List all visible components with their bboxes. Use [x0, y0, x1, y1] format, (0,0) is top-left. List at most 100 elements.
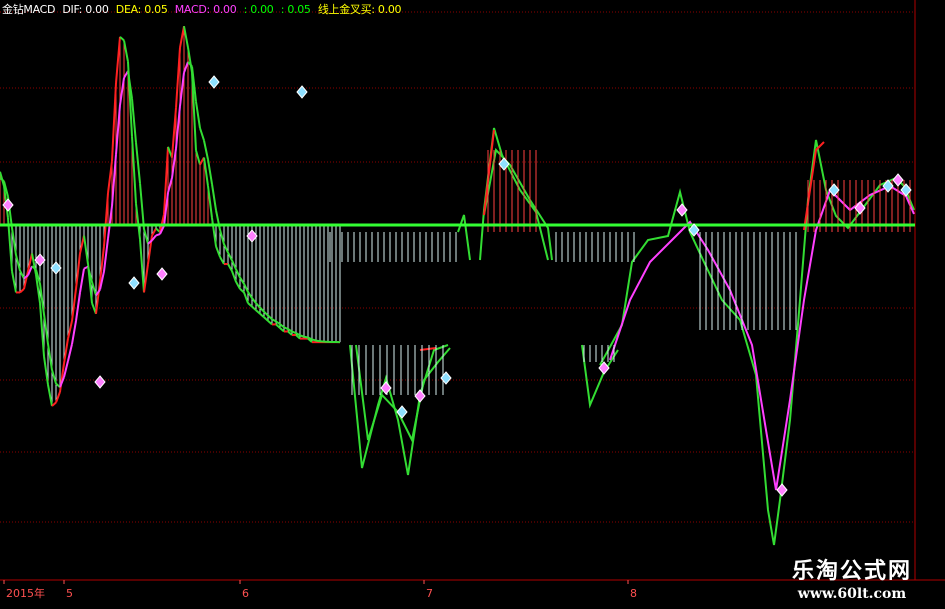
dif-line-seg-54 — [211, 217, 217, 247]
extra-value-1: : 0.00 — [243, 3, 274, 16]
dif-line-seg-15 — [55, 391, 61, 403]
dea-line-seg-28 — [107, 205, 113, 239]
dea-line-seg-13 — [47, 343, 53, 371]
dea-line-seg-31 — [119, 77, 125, 106]
dif-line-seg-46 — [179, 26, 185, 48]
x-tick-label-4: 8 — [630, 587, 637, 600]
indicator-header: 金钻MACD DIF: 0.00 DEA: 0.05 MACD: 0.00 : … — [2, 1, 405, 17]
dea-line-seg-58 — [227, 252, 233, 261]
dea-line-seg-54 — [211, 183, 217, 211]
dea-line-seg-50 — [195, 101, 201, 129]
dea-line-seg-18 — [67, 343, 73, 362]
dea-line-seg-6 — [19, 270, 25, 279]
dif-line-seg-66 — [259, 313, 265, 319]
dif-line-seg-64 — [251, 305, 257, 311]
dea-line-seg-59 — [231, 259, 237, 270]
macd-chart: 2015年 5 6 7 8 — [0, 0, 945, 604]
dif-line-seg-9 — [31, 253, 37, 275]
dea-line-seg-12 — [43, 314, 49, 344]
dea-line-seg-14 — [51, 369, 57, 384]
indicator-title: 金钻MACD — [2, 3, 56, 16]
dea-line-seg-53 — [207, 159, 213, 185]
dea-line-seg-5 — [15, 254, 21, 271]
dea-line-seg-77 — [303, 335, 309, 339]
dif-line-seg-59 — [231, 270, 237, 283]
x-tick-label-1: 5 — [66, 587, 73, 600]
dif-line-seg-68 — [267, 320, 273, 326]
dif-value: DIF: 0.00 — [62, 3, 109, 16]
dif-line-seg-63 — [247, 302, 253, 308]
dif-line-seg-30 — [115, 36, 121, 84]
signal-marker-5 — [156, 267, 168, 281]
macd-value: MACD: 0.00 — [174, 3, 237, 16]
x-tick-label-2: 6 — [242, 587, 249, 600]
dea-line-seg-19 — [71, 320, 77, 345]
dif-line-seg-62 — [243, 292, 249, 304]
signal-marker-17 — [776, 483, 788, 497]
dif-line-seg-56 — [219, 256, 225, 265]
dea-line-seg-40 — [155, 233, 161, 237]
dif-line-seg-7 — [23, 270, 29, 290]
segment-3-dif — [457, 127, 549, 261]
dea-line-seg-61 — [239, 277, 245, 285]
dea-line-seg-67 — [263, 310, 269, 317]
dea-line-seg-69 — [271, 318, 277, 323]
x-tick-label-3: 7 — [426, 587, 433, 600]
dea-line-seg-4 — [11, 227, 17, 256]
dea-line-seg-51 — [199, 127, 205, 141]
dea-line-seg-64 — [251, 297, 257, 304]
dea-line-seg-24 — [91, 281, 97, 296]
dea-line-seg-60 — [235, 268, 241, 279]
dea-line-seg-71 — [279, 323, 285, 329]
dea-line-seg-57 — [223, 243, 229, 253]
dif-line-seg-71 — [279, 327, 285, 333]
x-tick-label-0: 2015年 — [6, 586, 45, 600]
dea-line-seg-72 — [283, 326, 289, 330]
dif-line-seg-18 — [67, 320, 73, 339]
dif-line-seg-25 — [95, 281, 101, 314]
extra-value-2: : 0.05 — [280, 3, 311, 16]
dif-line-seg-67 — [263, 316, 269, 322]
dif-line-seg-60 — [235, 281, 241, 290]
signal-marker-8 — [296, 85, 308, 99]
dif-line-seg-65 — [255, 309, 261, 315]
dea-line-seg-20 — [75, 292, 81, 322]
dif-line-seg-45 — [175, 47, 181, 108]
dif-line-seg-37 — [143, 263, 149, 293]
dif-line-seg-28 — [107, 160, 113, 194]
dif-line-seg-58 — [227, 263, 233, 272]
watermark-title: 乐淘公式网 — [791, 558, 912, 584]
dea-line-seg-56 — [219, 229, 225, 245]
dea-line-seg-80 — [315, 339, 321, 343]
dif-line-seg-22 — [83, 235, 89, 265]
dif-line-seg-4 — [11, 270, 17, 293]
dif-line-seg-32 — [123, 40, 129, 62]
watermark: 乐淘公式网 www.60lt.com — [767, 557, 937, 603]
signal-marker-4 — [128, 276, 140, 290]
dif-line-seg-39 — [151, 228, 157, 237]
dea-line-seg-55 — [215, 210, 221, 231]
dea-value: DEA: 0.05 — [115, 3, 168, 16]
signal-marker-6 — [208, 75, 220, 89]
dif-line-seg-20 — [75, 253, 81, 290]
dif-line-seg-6 — [19, 288, 25, 294]
dea-line-seg-52 — [203, 140, 209, 160]
dea-line-seg-65 — [255, 302, 261, 309]
dif-line-seg-19 — [71, 288, 77, 321]
dea-line-seg-66 — [259, 306, 265, 313]
signal-marker-11 — [414, 389, 426, 403]
dif-line-seg-50 — [195, 150, 201, 165]
dif-line-seg-36 — [139, 239, 145, 293]
dea-line-seg-36 — [139, 183, 145, 230]
dif-line-seg-53 — [207, 185, 213, 219]
cross-signal-value: 线上金叉买: 0.00 — [317, 3, 402, 16]
dif-line-seg-35 — [135, 203, 141, 240]
dif-line-seg-47 — [183, 26, 189, 48]
dea-line-seg-74 — [291, 330, 297, 334]
dea-line-seg-62 — [243, 283, 249, 293]
chart-stage: 2015年 5 6 7 8 金钻MACD DIF: 0.00 DEA: 0.05 MAC… — [0, 0, 945, 609]
dea-line-seg-35 — [135, 142, 141, 184]
dea-line-seg-30 — [115, 104, 121, 155]
segment-4-dif — [599, 139, 915, 546]
watermark-url: www.60lt.com — [797, 586, 907, 602]
